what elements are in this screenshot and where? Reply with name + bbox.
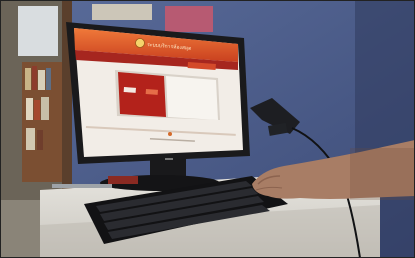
- screen-panel-red: [118, 72, 166, 117]
- cable-left: [52, 184, 112, 188]
- wall-frame: [92, 4, 152, 20]
- red-object: [108, 176, 138, 184]
- screen-panel-input: [123, 87, 136, 93]
- screen-footer-logo: [168, 132, 172, 136]
- wall-poster: [165, 6, 213, 32]
- monitor-brand: [165, 158, 173, 160]
- screen-panel-button: [145, 89, 158, 95]
- screen-panel-content: [166, 76, 218, 120]
- window-light: [18, 6, 58, 56]
- photo: ระบบบริการห้องสมุด: [0, 0, 415, 258]
- emblem-icon: [135, 38, 145, 48]
